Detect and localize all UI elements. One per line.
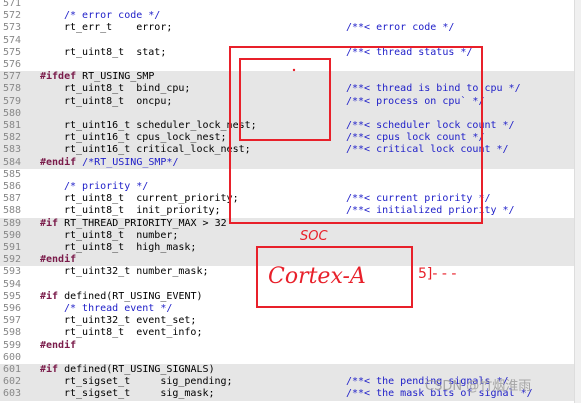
annotation-box-large: [229, 46, 483, 224]
annotation-soc: SOC: [300, 229, 328, 244]
annotation-trailing-mark: 5]- - -: [418, 266, 456, 282]
annotation-dot: [292, 68, 296, 72]
annotation-overlay: SOC Cortex-A 5]- - -: [229, 46, 483, 308]
annotation-cortex: Cortex-A: [268, 264, 366, 289]
annotation-box-inner: [239, 58, 331, 141]
watermark: CSDN @竹烟淮雨: [425, 379, 532, 394]
